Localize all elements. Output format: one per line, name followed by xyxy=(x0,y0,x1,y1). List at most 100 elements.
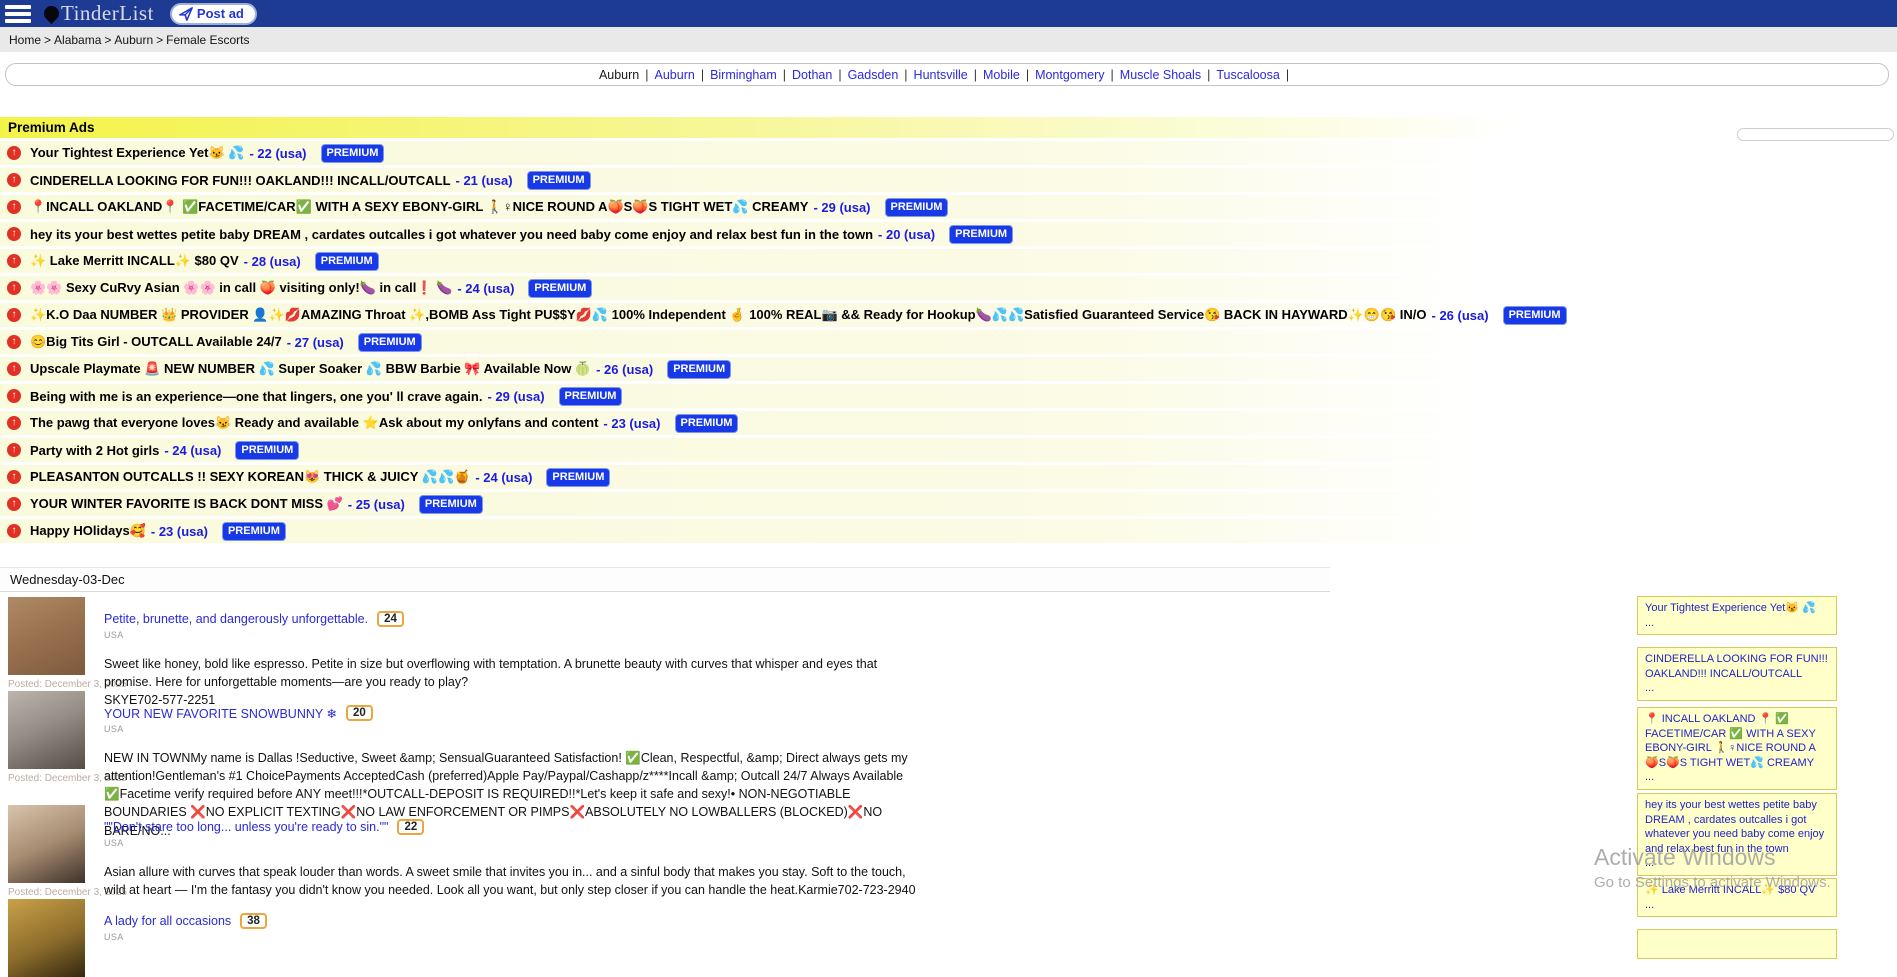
sidebar-premium-card[interactable] xyxy=(1637,929,1837,959)
premium-ad-title[interactable]: hey its your best wettes petite baby DRE… xyxy=(30,227,873,242)
listing-title-link[interactable]: Petite, brunette, and dangerously unforg… xyxy=(104,612,368,626)
premium-badge[interactable]: PREMIUM xyxy=(667,360,731,379)
premium-ad-title[interactable]: Your Tightest Experience Yet😼 💦 xyxy=(30,145,244,161)
premium-ad-title[interactable]: CINDERELLA LOOKING FOR FUN!!! OAKLAND!!!… xyxy=(30,173,451,188)
premium-badge[interactable]: PREMIUM xyxy=(419,495,483,514)
premium-ad-row[interactable]: ↑ Upscale Playmate 🚨 NEW NUMBER 💦 Super … xyxy=(0,357,1897,381)
city-current: Auburn xyxy=(599,68,639,82)
premium-ad-row[interactable]: ↑ CINDERELLA LOOKING FOR FUN!!! OAKLAND!… xyxy=(0,168,1897,192)
sidebar-premium-card[interactable]: Your Tightest Experience Yet😼 💦 ... xyxy=(1637,596,1837,635)
sidebar-premium-card[interactable]: 📍 INCALL OAKLAND 📍 ✅ FACETIME/CAR ✅ WITH… xyxy=(1637,707,1837,790)
city-navigation: Auburn | Auburn | Birmingham | Dothan | … xyxy=(5,63,1889,86)
premium-ad-title[interactable]: Upscale Playmate 🚨 NEW NUMBER 💦 Super So… xyxy=(30,361,591,377)
listing-thumbnail[interactable] xyxy=(8,597,85,675)
premium-ad-row[interactable]: ↑ PLEASANTON OUTCALLS !! SEXY KOREAN😻 TH… xyxy=(0,465,1897,489)
bump-up-icon: ↑ xyxy=(7,443,21,457)
premium-ad-row[interactable]: ↑ Your Tightest Experience Yet😼 💦 - 22 (… xyxy=(0,141,1897,165)
sidebar-card-link[interactable]: CINDERELLA LOOKING FOR FUN!!! OAKLAND!!!… xyxy=(1645,653,1828,680)
sidebar-card-link[interactable]: hey its your best wettes petite baby DRE… xyxy=(1645,799,1824,855)
premium-ad-title[interactable]: Happy HOlidays🥰 xyxy=(30,523,146,539)
premium-ad-title[interactable]: PLEASANTON OUTCALLS !! SEXY KOREAN😻 THIC… xyxy=(30,469,470,485)
premium-badge[interactable]: PREMIUM xyxy=(527,171,591,190)
city-link-mobile[interactable]: Mobile xyxy=(983,68,1020,82)
city-link-tuscaloosa[interactable]: Tuscaloosa xyxy=(1216,68,1279,82)
premium-ad-row[interactable]: ↑ Being with me is an experience—one tha… xyxy=(0,384,1897,408)
post-ad-button[interactable]: Post ad xyxy=(170,3,257,25)
breadcrumb-state[interactable]: Alabama xyxy=(54,33,101,47)
age-badge: 24 xyxy=(377,611,404,627)
premium-badge[interactable]: PREMIUM xyxy=(559,387,623,406)
premium-ad-row[interactable]: ↑ hey its your best wettes petite baby D… xyxy=(0,222,1897,246)
premium-ad-row[interactable]: ↑ Happy HOlidays🥰 - 23 (usa) PREMIUM xyxy=(0,519,1897,543)
premium-ad-title[interactable]: 📍INCALL OAKLAND📍 ✅FACETIME/CAR✅ WITH A S… xyxy=(30,199,808,215)
premium-ad-row[interactable]: ↑ YOUR WINTER FAVORITE IS BACK DONT MISS… xyxy=(0,492,1897,516)
premium-badge[interactable]: PREMIUM xyxy=(1503,306,1567,325)
listing-title-link[interactable]: YOUR NEW FAVORITE SNOWBUNNY ❄ xyxy=(104,706,337,721)
premium-badge[interactable]: PREMIUM xyxy=(675,414,739,433)
bump-up-icon: ↑ xyxy=(7,362,21,376)
city-separator: | xyxy=(904,68,907,82)
premium-badge[interactable]: PREMIUM xyxy=(321,144,385,163)
sidebar-premium-card[interactable]: hey its your best wettes petite baby DRE… xyxy=(1637,793,1837,876)
premium-ad-title[interactable]: The pawg that everyone loves😼 Ready and … xyxy=(30,415,598,431)
city-link-muscle-shoals[interactable]: Muscle Shoals xyxy=(1120,68,1201,82)
breadcrumb-home[interactable]: Home xyxy=(9,33,41,47)
premium-badge[interactable]: PREMIUM xyxy=(949,225,1013,244)
premium-ad-row[interactable]: ↑ 📍INCALL OAKLAND📍 ✅FACETIME/CAR✅ WITH A… xyxy=(0,195,1897,219)
sidebar-premium-card[interactable]: CINDERELLA LOOKING FOR FUN!!! OAKLAND!!!… xyxy=(1637,647,1837,701)
premium-badge[interactable]: PREMIUM xyxy=(885,198,949,217)
breadcrumb-separator: > xyxy=(104,33,111,47)
premium-ad-title[interactable]: Party with 2 Hot girls xyxy=(30,443,159,458)
premium-ad-title[interactable]: 😊Big Tits Girl - OUTCALL Available 24/7 xyxy=(30,334,282,350)
listing-description: Asian allure with curves that speak loud… xyxy=(104,863,926,899)
city-separator: | xyxy=(1026,68,1029,82)
listing-thumbnail[interactable] xyxy=(8,691,85,769)
premium-ad-row[interactable]: ↑ The pawg that everyone loves😼 Ready an… xyxy=(0,411,1897,435)
premium-badge[interactable]: PREMIUM xyxy=(358,333,422,352)
listing-title-link[interactable]: A lady for all occasions xyxy=(104,914,231,928)
listing-location: USA xyxy=(104,724,926,734)
site-logo[interactable]: TinderList xyxy=(44,1,154,26)
sidebar-card-link[interactable]: Your Tightest Experience Yet😼 💦 xyxy=(1645,602,1816,614)
city-link-gadsden[interactable]: Gadsden xyxy=(848,68,899,82)
bump-up-icon: ↑ xyxy=(7,254,21,268)
city-separator: | xyxy=(1111,68,1114,82)
breadcrumb-city[interactable]: Auburn xyxy=(114,33,153,47)
listing-row: A lady for all occasions 38 USA xyxy=(8,899,926,977)
premium-ad-title[interactable]: Being with me is an experience—one that … xyxy=(30,389,482,404)
sidebar-premium-card[interactable]: ✨ Lake Merritt INCALL✨ $80 QV ... xyxy=(1637,878,1837,917)
premium-ad-row[interactable]: ↑ ✨ Lake Merritt INCALL✨ $80 QV - 28 (us… xyxy=(0,249,1897,273)
sidebar-card-ellipsis: ... xyxy=(1645,770,1829,785)
premium-ad-row[interactable]: ↑ ✨K.O Daa NUMBER 👑 PROVIDER 👤✨💋AMAZING … xyxy=(0,303,1897,327)
premium-badge[interactable]: PREMIUM xyxy=(528,279,592,298)
premium-ad-row[interactable]: ↑ 🌸🌸 Sexy CuRvy Asian 🌸🌸 in call 🍑 visit… xyxy=(0,276,1897,300)
premium-ad-title[interactable]: YOUR WINTER FAVORITE IS BACK DONT MISS 💕 xyxy=(30,496,343,512)
listing-thumbnail[interactable] xyxy=(8,899,85,977)
premium-ad-title[interactable]: 🌸🌸 Sexy CuRvy Asian 🌸🌸 in call 🍑 visitin… xyxy=(30,280,452,296)
bump-up-icon: ↑ xyxy=(7,470,21,484)
menu-icon[interactable] xyxy=(5,5,31,23)
city-link-auburn[interactable]: Auburn xyxy=(655,68,695,82)
premium-ad-row[interactable]: ↑ 😊Big Tits Girl - OUTCALL Available 24/… xyxy=(0,330,1897,354)
premium-ad-title[interactable]: ✨ Lake Merritt INCALL✨ $80 QV xyxy=(30,253,239,269)
premium-ad-age: - 22 (usa) xyxy=(249,146,306,161)
premium-badge[interactable]: PREMIUM xyxy=(222,522,286,541)
premium-badge[interactable]: PREMIUM xyxy=(315,252,379,271)
posted-date: Posted: December 3, 2025 xyxy=(8,679,90,690)
city-link-huntsville[interactable]: Huntsville xyxy=(914,68,968,82)
city-link-montgomery[interactable]: Montgomery xyxy=(1035,68,1104,82)
bump-up-icon: ↑ xyxy=(7,497,21,511)
sidebar-card-link[interactable]: 📍 INCALL OAKLAND 📍 ✅ FACETIME/CAR ✅ WITH… xyxy=(1645,713,1816,769)
city-link-birmingham[interactable]: Birmingham xyxy=(710,68,777,82)
sidebar-card-link[interactable]: ✨ Lake Merritt INCALL✨ $80 QV xyxy=(1645,884,1815,896)
listing-thumbnail[interactable] xyxy=(8,805,85,883)
premium-badge[interactable]: PREMIUM xyxy=(546,468,610,487)
premium-badge[interactable]: PREMIUM xyxy=(235,441,299,460)
premium-ad-title[interactable]: ✨K.O Daa NUMBER 👑 PROVIDER 👤✨💋AMAZING Th… xyxy=(30,307,1427,323)
city-link-dothan[interactable]: Dothan xyxy=(792,68,832,82)
premium-ad-row[interactable]: ↑ Party with 2 Hot girls - 24 (usa) PREM… xyxy=(0,438,1897,462)
premium-ad-age: - 24 (usa) xyxy=(164,443,221,458)
breadcrumb-category[interactable]: Female Escorts xyxy=(166,33,249,47)
premium-ad-age: - 24 (usa) xyxy=(475,470,532,485)
listing-title-link[interactable]: ""Don't stare too long... unless you're … xyxy=(104,820,388,834)
